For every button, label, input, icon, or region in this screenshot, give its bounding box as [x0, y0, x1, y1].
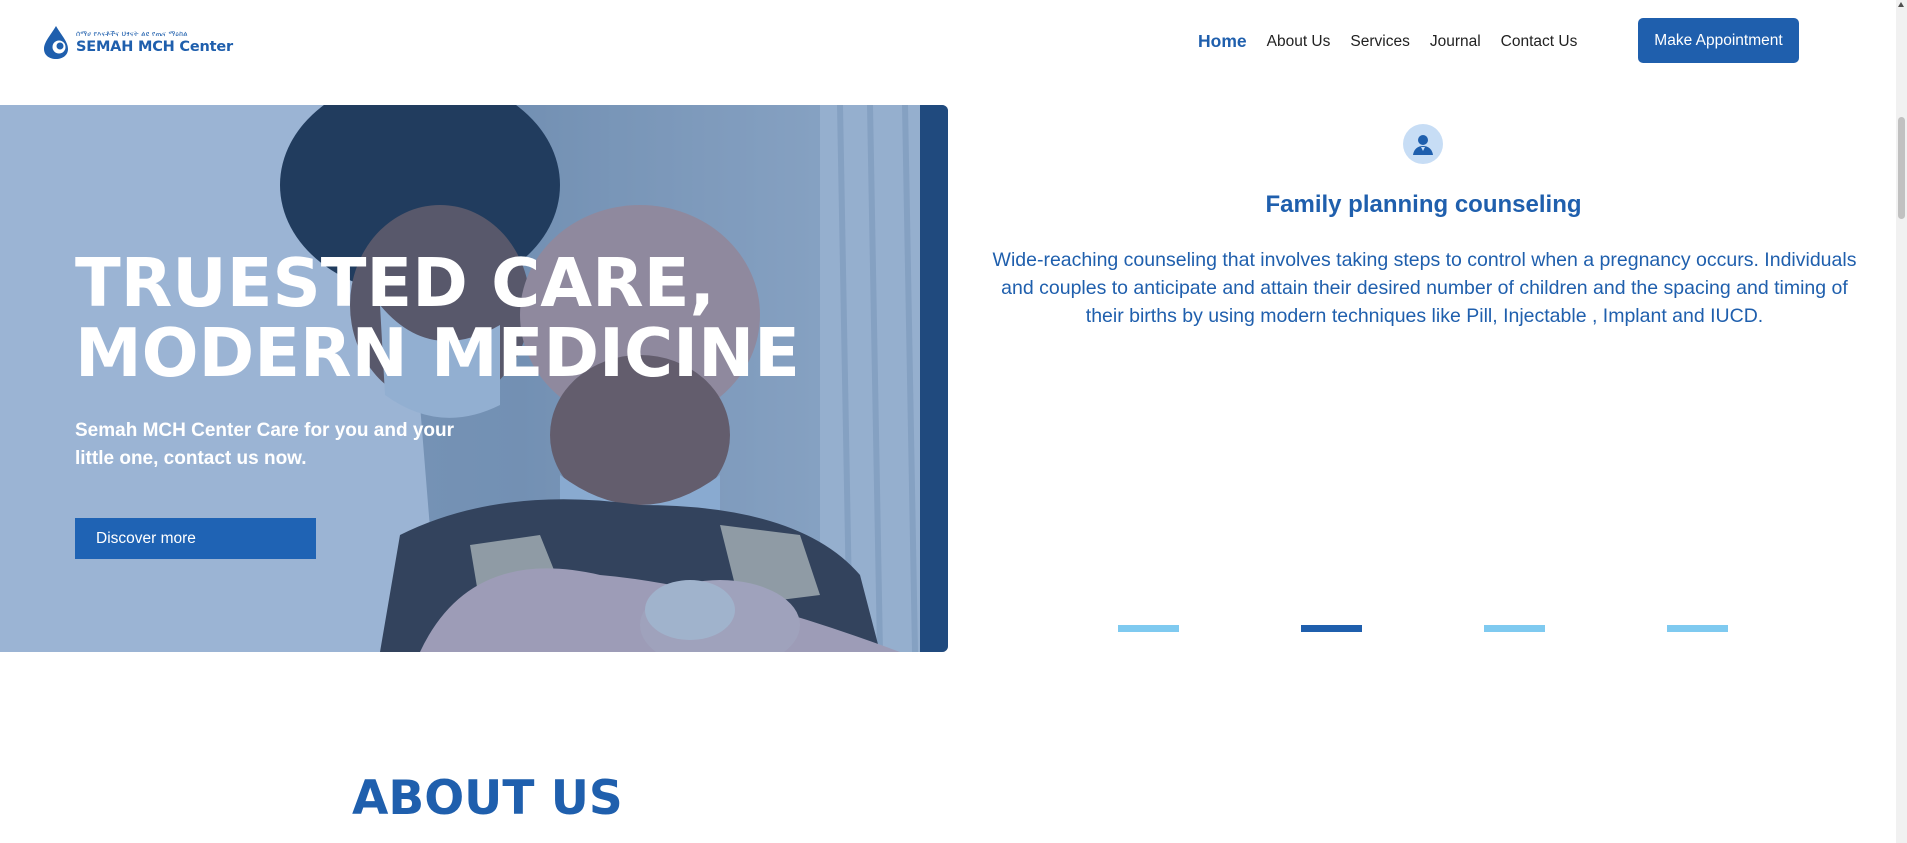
nav-journal[interactable]: Journal [1430, 33, 1481, 51]
slider-pagination [980, 625, 1867, 633]
scrollbar-thumb[interactable] [1898, 117, 1905, 219]
hero-banner: TRUESTED CARE, MODERN MEDICINE Semah MCH… [0, 105, 948, 652]
user-icon [1403, 124, 1443, 164]
nav-home[interactable]: Home [1198, 31, 1247, 52]
hero-title-line2: MODERN MEDICINE [75, 314, 800, 392]
page-scrollbar[interactable] [1896, 0, 1907, 843]
service-slider: Family planning counseling Wide-reaching… [980, 105, 1867, 652]
logo-tagline: ሰማሀ የእናቶችና ህፃናት ልዩ የጤና ማዕከል [76, 30, 188, 38]
hero-subtitle: Semah MCH Center Care for you and your l… [75, 420, 455, 469]
service-title: Family planning counseling [1265, 191, 1582, 218]
slider-dot-4[interactable] [1667, 625, 1728, 632]
slider-dot-3[interactable] [1484, 625, 1545, 632]
slider-dot-2[interactable] [1301, 625, 1362, 632]
main-nav: Home About Us Services Journal Contact U… [1198, 31, 1597, 52]
nav-services[interactable]: Services [1350, 33, 1409, 51]
site-header: ሰማሀ የእናቶችና ህፃናት ልዩ የጤና ማዕከል SEMAH MCH Ce… [0, 0, 1907, 105]
nav-about-us[interactable]: About Us [1267, 33, 1331, 51]
hero-title: TRUESTED CARE, MODERN MEDICINE [75, 248, 835, 388]
service-description: Wide-reaching counseling that involves t… [992, 249, 1857, 327]
logo-drop-icon [44, 26, 68, 59]
make-appointment-button[interactable]: Make Appointment [1638, 18, 1799, 63]
nav-contact-us[interactable]: Contact Us [1501, 33, 1578, 51]
logo-name: SEMAH MCH Center [76, 39, 233, 55]
scroll-up-arrow-icon[interactable] [1898, 2, 1904, 7]
about-us-heading: ABOUT US [352, 771, 623, 826]
discover-more-button[interactable]: Discover more [75, 518, 316, 559]
site-logo[interactable]: ሰማሀ የእናቶችና ህፃናት ልዩ የጤና ማዕከል SEMAH MCH Ce… [42, 24, 233, 60]
slider-dot-1[interactable] [1118, 625, 1179, 632]
hero-title-line1: TRUESTED CARE, [75, 244, 715, 322]
